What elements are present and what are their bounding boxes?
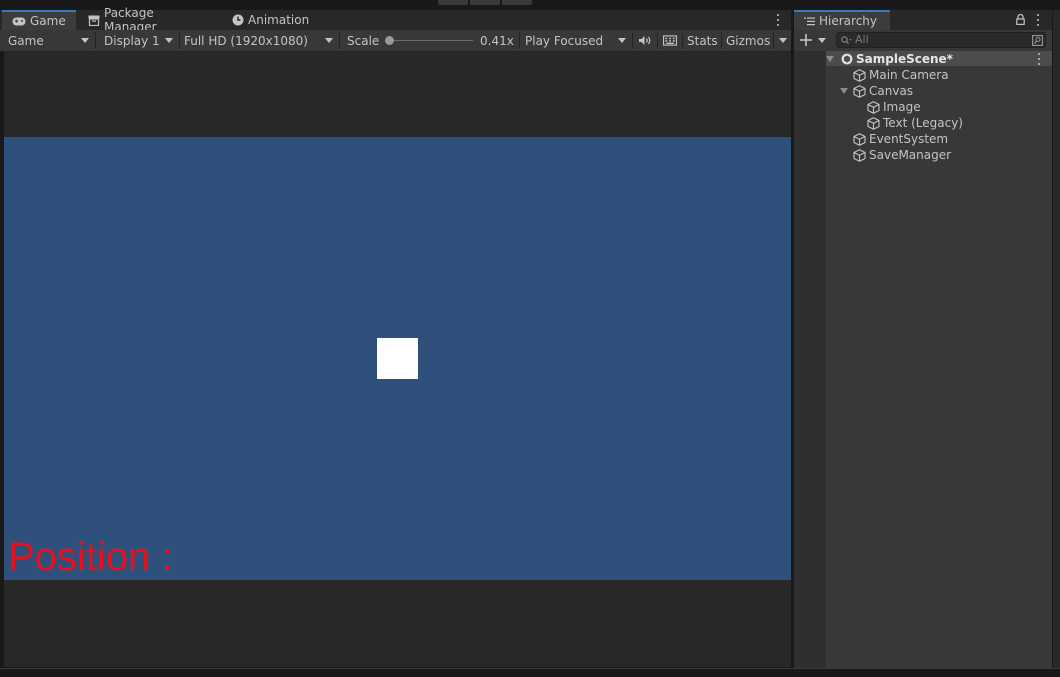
gizmos-label: Gizmos	[726, 33, 771, 48]
fold-arrow-icon[interactable]	[840, 88, 848, 94]
chevron-down-icon	[81, 38, 89, 43]
tree-item-canvas[interactable]: Canvas	[840, 83, 913, 99]
tree-item-text-legacy[interactable]: Text (Legacy)	[867, 115, 963, 131]
tree-item-label: Canvas	[869, 84, 914, 98]
neighbor-panel-edge	[1052, 10, 1060, 668]
tab-hierarchy[interactable]: Hierarchy	[794, 10, 890, 30]
chevron-down-icon	[818, 38, 826, 43]
hierarchy-menu-icon[interactable]	[1036, 14, 1040, 26]
game-panel-menu-icon[interactable]	[776, 14, 780, 26]
tree-item-label: EventSystem	[869, 132, 949, 146]
view-mode-dropdown[interactable]: Game	[4, 31, 94, 50]
tab-animation-label: Animation	[248, 13, 310, 27]
divider	[95, 32, 96, 49]
scene-menu-icon[interactable]	[1037, 53, 1041, 65]
divider	[657, 32, 658, 49]
keyboard-icon	[663, 35, 677, 46]
search-placeholder: All	[855, 33, 869, 46]
play-mode-dropdown[interactable]: Play Focused	[521, 31, 631, 50]
cube-icon	[867, 100, 880, 114]
hierarchy-gutter	[794, 51, 826, 668]
ui-image	[377, 338, 418, 379]
chevron-down-icon	[325, 38, 333, 43]
divider	[519, 32, 520, 49]
cube-icon	[853, 68, 866, 82]
view-mode-label: Game	[8, 33, 44, 48]
tree-item-label: Text (Legacy)	[883, 116, 963, 130]
tree-item-label: Main Camera	[869, 68, 949, 82]
tab-animation[interactable]: Animation	[222, 10, 322, 30]
chevron-down-icon	[165, 38, 173, 43]
game-tab-bar: Game Package Manager Animation	[0, 6, 791, 34]
gizmos-button[interactable]: Gizmos	[722, 31, 773, 50]
tab-game-label: Game	[30, 14, 66, 28]
stats-label: Stats	[687, 33, 718, 48]
hierarchy-tab-bar: Hierarchy	[794, 10, 1052, 30]
step-button[interactable]	[502, 0, 532, 5]
scale-label: Scale	[347, 33, 380, 48]
tree-item-save-manager[interactable]: SaveManager	[853, 147, 951, 163]
cube-icon	[853, 132, 866, 146]
cube-icon	[853, 148, 866, 162]
play-mode-label: Play Focused	[525, 33, 604, 48]
display-label: Display 1	[104, 33, 160, 48]
gizmos-dropdown[interactable]	[774, 31, 790, 50]
search-by-type-icon[interactable]	[1032, 35, 1043, 46]
cube-icon	[853, 84, 866, 98]
unity-scene-icon	[841, 53, 853, 65]
lock-icon[interactable]	[1016, 14, 1025, 25]
tab-game[interactable]: Game	[2, 10, 76, 30]
divider	[339, 32, 340, 49]
scene-name: SampleScene*	[856, 52, 953, 66]
keyboard-shortcuts-button[interactable]	[659, 31, 681, 50]
play-button[interactable]	[438, 0, 468, 5]
tree-item-label: Image	[883, 100, 921, 114]
tree-item-event-system[interactable]: EventSystem	[853, 131, 948, 147]
tab-hierarchy-label: Hierarchy	[819, 14, 878, 28]
hierarchy-search-input[interactable]: All	[836, 32, 1046, 48]
tree-item-main-camera[interactable]: Main Camera	[853, 67, 949, 83]
scale-control: Scale 0.41x	[343, 31, 519, 50]
tree-item-image[interactable]: Image	[867, 99, 921, 115]
chevron-down-icon	[779, 38, 787, 43]
tree-item-label: SaveManager	[869, 148, 952, 162]
tree-item-scene[interactable]: SampleScene*	[826, 51, 1052, 67]
fold-arrow-icon[interactable]	[826, 56, 834, 62]
create-dropdown[interactable]	[798, 32, 828, 49]
position-text: Position :	[8, 535, 173, 579]
scale-slider-thumb[interactable]	[385, 36, 394, 45]
gamepad-icon	[12, 17, 26, 25]
speaker-icon	[639, 36, 651, 45]
list-icon	[804, 17, 815, 25]
resolution-dropdown[interactable]: Full HD (1920x1080)	[180, 31, 338, 50]
mute-audio-button[interactable]	[634, 31, 656, 50]
plus-icon	[800, 34, 812, 46]
scale-slider-track[interactable]	[387, 40, 473, 41]
display-dropdown[interactable]: Display 1	[100, 31, 178, 50]
chevron-down-icon	[618, 38, 626, 43]
scale-value: 0.41x	[480, 33, 514, 48]
search-icon	[841, 36, 852, 44]
resolution-label: Full HD (1920x1080)	[184, 33, 308, 48]
clock-icon	[232, 14, 244, 26]
pause-button[interactable]	[470, 0, 500, 5]
game-toolbar: Game Display 1 Full HD (1920x1080) Scale…	[0, 30, 791, 52]
cube-icon	[867, 116, 880, 130]
package-icon	[88, 15, 100, 26]
divider	[632, 32, 633, 49]
stats-button[interactable]: Stats	[683, 31, 721, 50]
tab-package-manager[interactable]: Package Manager	[78, 6, 218, 34]
